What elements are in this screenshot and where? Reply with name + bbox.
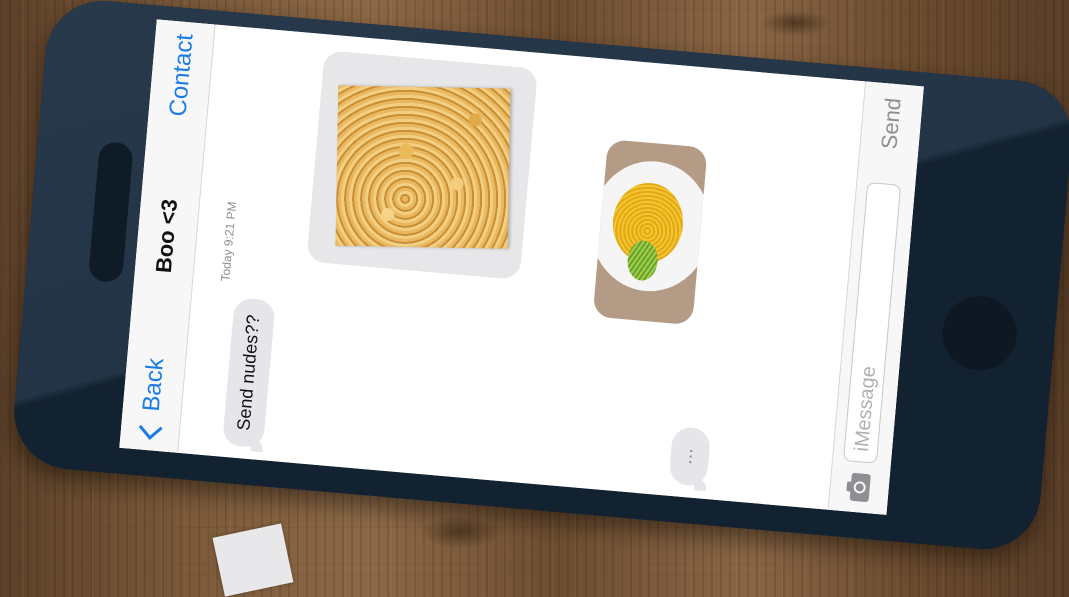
incoming-message: Send nudes??: [221, 297, 276, 449]
paper-scrap: [212, 523, 294, 597]
wood-knot: [420, 515, 500, 549]
instant-noodle-block-photo: [335, 85, 511, 249]
messages-app: Back Boo <3 Contact Today 9:21 PM Send n…: [119, 19, 924, 515]
send-button[interactable]: Send: [876, 97, 906, 150]
message-input[interactable]: iMessage: [842, 181, 902, 464]
outgoing-photo-noodle-block[interactable]: [306, 50, 538, 280]
phone-screen: Back Boo <3 Contact Today 9:21 PM Send n…: [119, 19, 924, 515]
contact-button[interactable]: Contact: [164, 33, 199, 118]
wood-knot: [760, 10, 830, 36]
typing-indicator: ...: [668, 425, 712, 488]
outgoing-photo-noodle-plate[interactable]: [592, 139, 708, 326]
phone-body: Back Boo <3 Contact Today 9:21 PM Send n…: [9, 0, 1069, 554]
camera-icon[interactable]: [843, 471, 872, 503]
